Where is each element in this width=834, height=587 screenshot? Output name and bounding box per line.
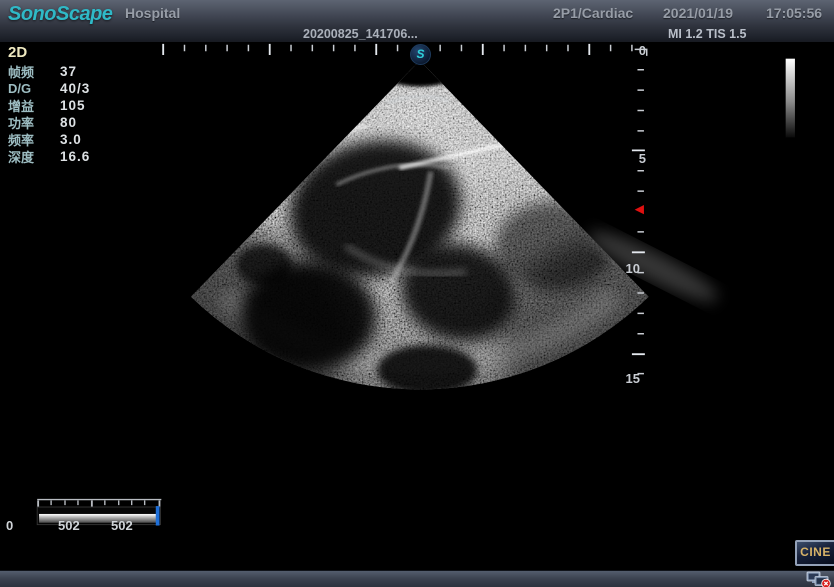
cine-scale-end: 502 (111, 518, 133, 533)
cine-progress-bar[interactable] (37, 506, 160, 525)
param-row-depth: 深度 16.6 (8, 148, 90, 165)
grayscale-bar (786, 59, 795, 138)
depth-label-15: 15 (618, 371, 640, 386)
depth-label-5: 5 (624, 151, 646, 166)
status-bar (0, 570, 834, 587)
cine-position-marker (156, 506, 160, 525)
ultrasound-screen: SonoScape Hospital 2P1/Cardiac 2021/01/1… (0, 0, 834, 587)
ultrasound-image (0, 42, 834, 570)
acoustic-indices: MI 1.2 TIS 1.5 (668, 27, 747, 41)
system-time: 17:05:56 (766, 5, 822, 21)
subheader-bar: 20200825_141706... MI 1.2 TIS 1.5 (0, 27, 834, 43)
param-row-gain: 增益 105 (8, 97, 90, 114)
network-disconnected-icon (806, 571, 832, 587)
image-viewport: 2D 帧频 37 D/G 40/3 增益 105 功率 80 频率 3.0 (0, 42, 834, 570)
top-ruler (163, 44, 632, 55)
image-parameter-panel: 2D 帧频 37 D/G 40/3 增益 105 功率 80 频率 3.0 (8, 44, 90, 165)
brand-logo: SonoScape (8, 3, 112, 26)
system-date: 2021/01/19 (663, 5, 733, 21)
probe-preset-label: 2P1/Cardiac (553, 5, 633, 21)
cine-button[interactable]: CINE (795, 540, 834, 566)
mode-label: 2D (8, 44, 90, 61)
cine-scale-start: 0 (6, 518, 13, 533)
focus-marker-icon (635, 205, 644, 214)
depth-label-0: 0 (624, 43, 646, 58)
exam-id: 20200825_141706... (303, 27, 418, 41)
param-row-power: 功率 80 (8, 114, 90, 131)
param-row-frame-rate: 帧频 37 (8, 63, 90, 80)
scan-sector (72, 49, 776, 443)
cine-scale-mid: 502 (58, 518, 80, 533)
header-bar: SonoScape Hospital 2P1/Cardiac 2021/01/1… (0, 0, 834, 27)
param-row-dg: D/G 40/3 (8, 80, 90, 97)
param-row-frequency: 频率 3.0 (8, 131, 90, 148)
hospital-name: Hospital (125, 5, 180, 21)
probe-orientation-marker-icon: S (410, 44, 431, 65)
depth-label-10: 10 (618, 261, 640, 276)
